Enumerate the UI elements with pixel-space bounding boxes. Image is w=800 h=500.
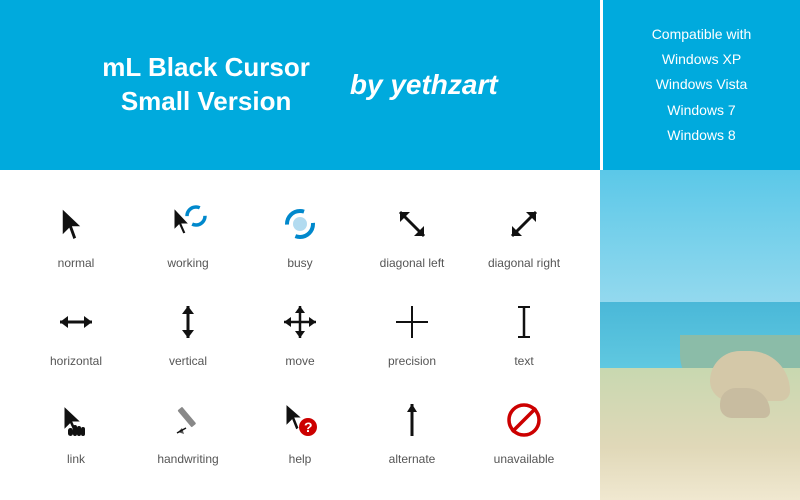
cursor-icon-link [50,394,102,446]
cursor-icon-diagonal-left [386,198,438,250]
cursor-item-move: move [244,288,356,376]
horizontal-svg [56,302,96,342]
svg-text:?: ? [304,419,313,435]
compat-win7: Windows 7 [652,98,752,123]
cursor-item-diagonal-right: diagonal right [468,190,580,278]
cursor-icon-alternate [386,394,438,446]
label-text: text [514,354,533,368]
cursor-icon-handwriting [162,394,214,446]
label-alternate: alternate [389,452,436,466]
header-title: mL Black Cursor Small Version [102,51,310,119]
cursor-item-horizontal: horizontal [20,288,132,376]
main: normal working [0,170,800,500]
cursor-item-help: ? help [244,386,356,474]
alternate-svg [392,400,432,440]
cursor-icon-unavailable [498,394,550,446]
label-busy: busy [287,256,312,270]
label-diagonal-right: diagonal right [488,256,560,270]
compat-win8: Windows 8 [652,123,752,148]
label-vertical: vertical [169,354,207,368]
cursor-item-unavailable: unavailable [468,386,580,474]
diagonal-right-svg [504,204,544,244]
unavailable-svg [504,400,544,440]
label-normal: normal [58,256,95,270]
header: mL Black Cursor Small Version by yethzar… [0,0,800,170]
vertical-svg [168,302,208,342]
label-unavailable: unavailable [494,452,555,466]
cursor-item-vertical: vertical [132,288,244,376]
cursor-grid: normal working [20,180,580,484]
header-author: by yethzart [350,69,498,101]
header-left: mL Black Cursor Small Version by yethzar… [0,0,600,170]
cursor-item-alternate: alternate [356,386,468,474]
beach-photo [600,170,800,500]
cursor-icon-busy [274,198,326,250]
compat-vista: Windows Vista [652,72,752,97]
cursor-icon-move [274,296,326,348]
label-precision: precision [388,354,436,368]
normal-cursor-svg [56,204,96,244]
cursor-item-diagonal-left: diagonal left [356,190,468,278]
working-cursor-svg [168,204,208,244]
cursor-icon-precision [386,296,438,348]
link-svg [56,400,96,440]
cursor-icon-help: ? [274,394,326,446]
cursor-icon-horizontal [50,296,102,348]
cursor-icon-diagonal-right [498,198,550,250]
cursor-icon-working [162,198,214,250]
cursor-item-working: working [132,190,244,278]
title-line2: Small Version [121,86,292,116]
cursor-item-normal: normal [20,190,132,278]
cursor-content: normal working [0,170,600,500]
label-horizontal: horizontal [50,354,102,368]
cursor-item-text: text [468,288,580,376]
move-svg [280,302,320,342]
header-compat: Compatible with Windows XP Windows Vista… [600,0,800,170]
precision-svg [392,302,432,342]
diagonal-left-svg [392,204,432,244]
cursor-item-busy: busy [244,190,356,278]
cursor-item-precision: precision [356,288,468,376]
label-help: help [289,452,312,466]
label-move: move [285,354,314,368]
busy-cursor-svg [280,204,320,244]
text-svg [504,302,544,342]
cursor-icon-text [498,296,550,348]
compat-xp: Windows XP [652,47,752,72]
label-handwriting: handwriting [157,452,218,466]
cursor-item-link: link [20,386,132,474]
cursor-icon-normal [50,198,102,250]
cursor-icon-vertical [162,296,214,348]
label-link: link [67,452,85,466]
help-svg: ? [280,400,320,440]
title-line1: mL Black Cursor [102,52,310,82]
label-diagonal-left: diagonal left [380,256,445,270]
compat-title: Compatible with [652,22,752,47]
label-working: working [167,256,208,270]
cursor-item-handwriting: handwriting [132,386,244,474]
handwriting-svg [168,400,208,440]
